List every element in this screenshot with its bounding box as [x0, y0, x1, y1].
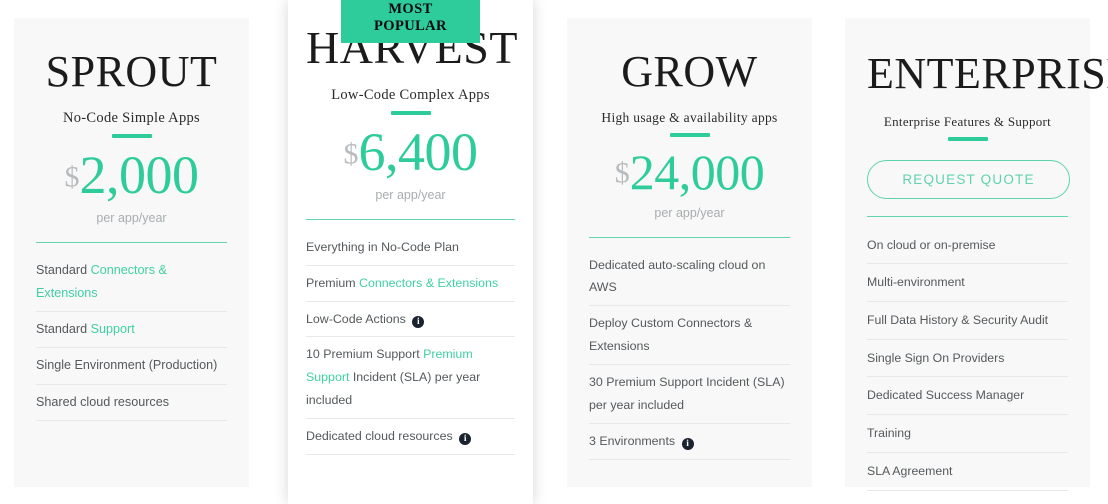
- plan-price-harvest: $6,400: [306, 125, 515, 179]
- accent-bar: [111, 133, 152, 138]
- feature-item: Standard Support: [36, 312, 227, 349]
- plan-price-grow: $24,000: [589, 147, 790, 197]
- most-popular-badge: MOST POPULAR: [341, 0, 480, 43]
- feature-text: Shared cloud resources: [36, 394, 170, 409]
- info-icon[interactable]: i: [459, 433, 472, 446]
- plan-card-grow[interactable]: GROW High usage & availability apps $24,…: [567, 18, 812, 487]
- feature-item: Full Data History & Security Audit: [867, 302, 1068, 340]
- price-amount: 6,400: [358, 121, 479, 182]
- feature-item: Low-Code Actions i: [306, 302, 515, 338]
- price-divider: [589, 236, 790, 238]
- feature-list-enterprise: On cloud or on-premise Multi-environment F…: [867, 227, 1068, 491]
- feature-item: Deploy Custom Connectors & Extensions: [589, 306, 790, 366]
- feature-item: 10 Premium Support Premium Support Incid…: [306, 337, 515, 420]
- price-period: per app/year: [375, 187, 446, 202]
- feature-text: 30 Premium Support Incident (SLA) per ye…: [589, 375, 785, 413]
- feature-item: Shared cloud resources: [36, 385, 227, 421]
- plan-title-grow: GROW: [621, 47, 758, 96]
- feature-item: Training: [867, 415, 1068, 453]
- feature-highlight-text[interactable]: Support: [91, 322, 135, 336]
- feature-text: Low-Code Actions: [306, 311, 410, 326]
- feature-item: Everything in No-Code Plan: [306, 230, 515, 266]
- feature-item: SLA Agreement: [867, 453, 1068, 491]
- feature-text: Full Data History & Security Audit: [867, 312, 1049, 327]
- currency-symbol: $: [64, 160, 80, 194]
- feature-text: Standard: [36, 262, 91, 277]
- feature-text: Dedicated auto-scaling cloud on AWS: [589, 257, 766, 295]
- feature-item: Dedicated auto-scaling cloud on AWS: [589, 248, 790, 307]
- plan-tagline-enterprise: Enterprise Features & Support: [883, 113, 1052, 129]
- feature-item: Dedicated Success Manager: [867, 377, 1068, 416]
- feature-text: Dedicated Success Manager: [867, 388, 1025, 403]
- feature-item: Standard Connectors & Extensions: [36, 253, 227, 313]
- accent-bar: [947, 136, 988, 141]
- pricing-table: SPROUT No-Code Simple Apps $2,000 per ap…: [0, 0, 1108, 504]
- price-period: per app/year: [654, 205, 725, 220]
- feature-item: 30 Premium Support Incident (SLA) per ye…: [589, 365, 790, 425]
- plan-tagline-sprout: No-Code Simple Apps: [62, 109, 200, 126]
- feature-text: Dedicated cloud resources: [306, 429, 457, 444]
- feature-text: Training: [867, 426, 911, 441]
- feature-list-sprout: Standard Connectors & Extensions Standard…: [36, 253, 227, 421]
- currency-symbol: $: [343, 137, 359, 171]
- plan-card-enterprise[interactable]: ENTERPRISE Enterprise Features & Support…: [845, 18, 1108, 491]
- plan-tagline-harvest: Low-Code Complex Apps: [331, 86, 490, 103]
- badge-line-1: MOST: [388, 1, 433, 17]
- feature-text: Standard: [36, 322, 91, 337]
- feature-item: Single Environment (Production): [36, 348, 227, 385]
- plan-title-enterprise: ENTERPRISE: [867, 49, 1108, 98]
- feature-text: Single Environment (Production): [36, 358, 218, 373]
- feature-text: Multi-environment: [867, 275, 965, 290]
- accent-bar: [390, 110, 431, 115]
- plan-tagline-grow: High usage & availability apps: [601, 109, 778, 125]
- accent-bar: [669, 132, 710, 137]
- feature-text: 3 Environments: [589, 434, 679, 449]
- price-amount: 24,000: [629, 143, 765, 200]
- price-divider: [306, 218, 515, 220]
- feature-list-harvest: Everything in No-Code Plan Premium Connec…: [306, 230, 515, 456]
- feature-item: Multi-environment: [867, 264, 1068, 302]
- price-divider: [36, 241, 227, 243]
- info-icon[interactable]: i: [681, 438, 694, 451]
- feature-text: Everything in No-Code Plan: [306, 239, 459, 254]
- feature-item: 3 Environments i: [589, 424, 790, 461]
- price-divider: [867, 215, 1068, 217]
- plan-card-sprout[interactable]: SPROUT No-Code Simple Apps $2,000 per ap…: [14, 18, 249, 487]
- feature-text: Deploy Custom Connectors & Extensions: [589, 316, 753, 354]
- plan-title-sprout: SPROUT: [45, 47, 218, 96]
- feature-text: SLA Agreement: [867, 463, 953, 478]
- feature-text: Single Sign On Providers: [867, 350, 1005, 365]
- feature-item: Premium Connectors & Extensions: [306, 266, 515, 302]
- request-quote-button[interactable]: REQUEST QUOTE: [867, 159, 1070, 199]
- plan-price-sprout: $2,000: [36, 148, 227, 202]
- feature-item: On cloud or on-premise: [867, 227, 1068, 265]
- feature-highlight-text[interactable]: Connectors & Extensions: [359, 276, 498, 290]
- feature-item: Dedicated cloud resources i: [306, 419, 515, 456]
- price-amount: 2,000: [79, 144, 200, 205]
- feature-text: 10 Premium Support: [306, 347, 424, 362]
- currency-symbol: $: [614, 156, 630, 190]
- feature-text: Premium: [306, 275, 360, 290]
- feature-text: On cloud or on-premise: [867, 237, 996, 252]
- price-period: per app/year: [96, 210, 167, 225]
- feature-list-grow: Dedicated auto-scaling cloud on AWS Deplo…: [589, 248, 790, 461]
- plan-card-harvest[interactable]: HARVEST Low-Code Complex Apps $6,400 per…: [288, 0, 533, 504]
- info-icon[interactable]: i: [412, 315, 425, 328]
- feature-item: Single Sign On Providers: [867, 340, 1068, 378]
- badge-line-2: POPULAR: [374, 18, 447, 35]
